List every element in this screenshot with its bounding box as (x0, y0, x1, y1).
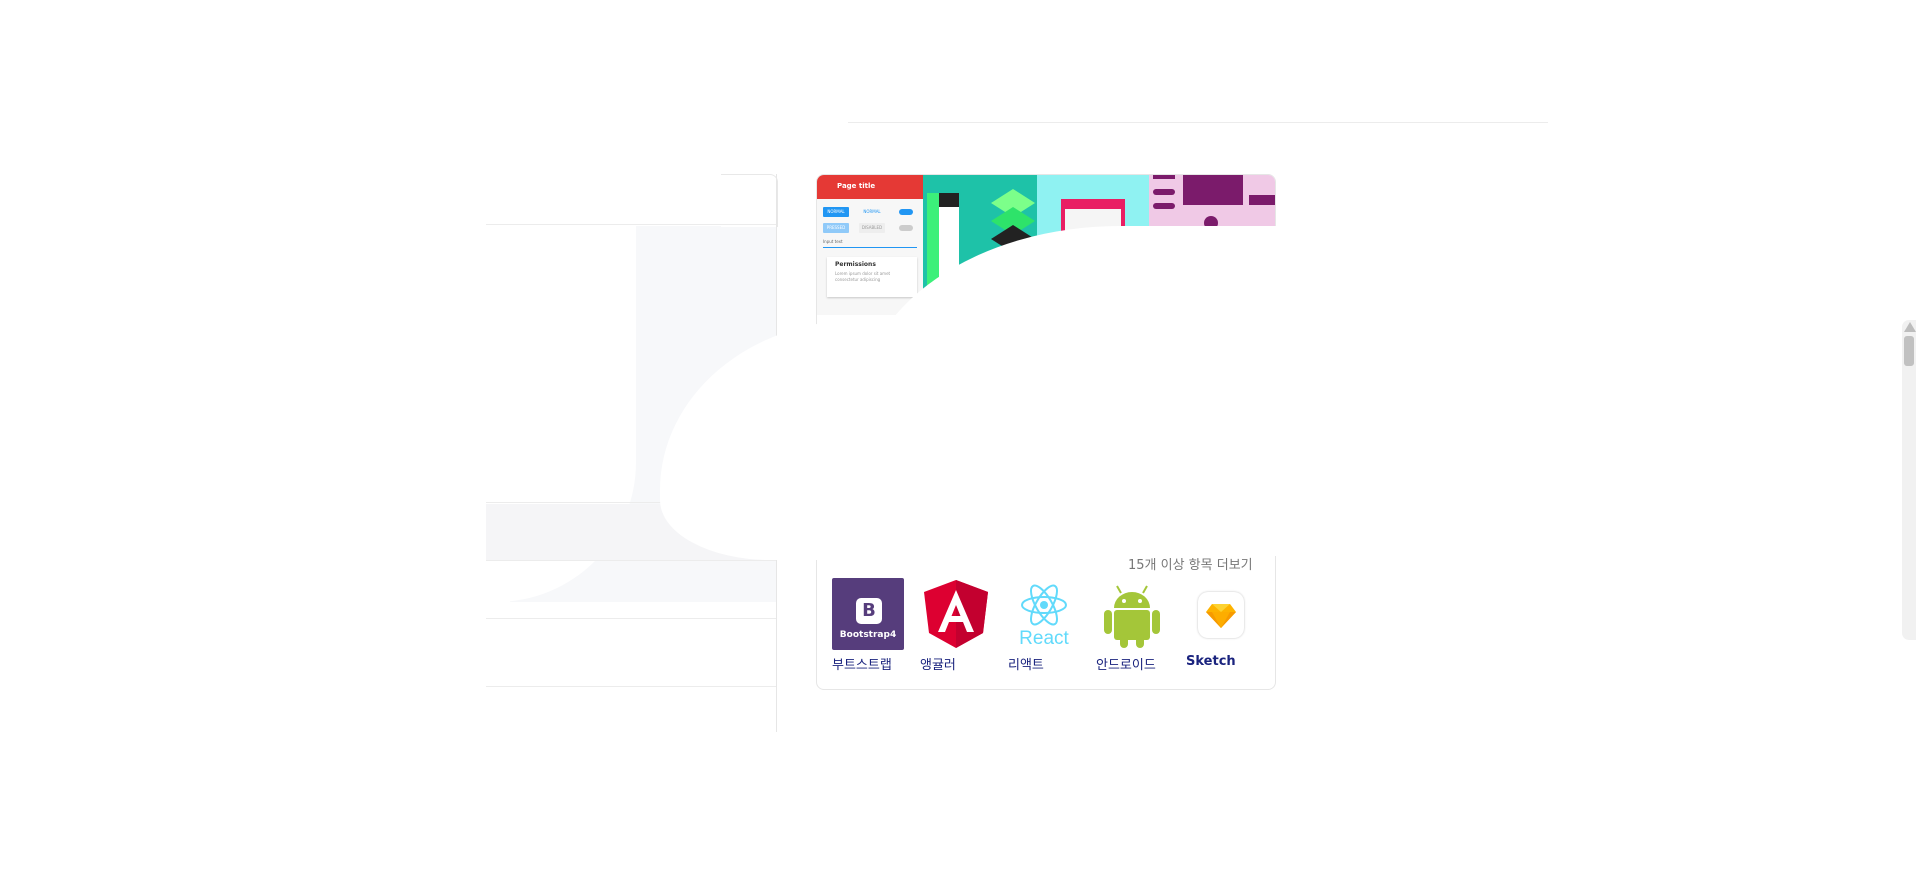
thumbnail-appbar: Page title (817, 175, 923, 199)
thumbnail-card-text: Lorem ipsum dolor sit amet consectetur a… (835, 271, 891, 282)
tool-label[interactable]: Sketch (1186, 654, 1236, 669)
tool-label[interactable]: 리액트 (1008, 654, 1044, 673)
angular-icon (924, 580, 988, 648)
tool-label[interactable]: 앵귤러 (920, 654, 956, 673)
thumbnail-chip: PRESSED (823, 223, 849, 233)
vertical-scrollbar[interactable] (1902, 320, 1916, 640)
bootstrap-logo-text: Bootstrap4 (839, 630, 897, 640)
material-ui-thumbnail[interactable]: Page title NORMAL NORMAL PRESSED DISABLE… (817, 175, 923, 315)
left-panel-row-divider (486, 560, 776, 561)
thumbnail-toggle-icon (899, 209, 913, 215)
left-panel-row-divider (486, 224, 776, 225)
tool-item-bootstrap[interactable]: B Bootstrap4 부트스트랩 (832, 578, 920, 673)
react-icon: React (1019, 584, 1070, 649)
svg-text:React: React (1019, 628, 1069, 649)
tool-item-react[interactable]: React 리액트 (1008, 578, 1096, 673)
tool-item-sketch[interactable]: Sketch (1184, 578, 1272, 669)
thumbnail-chip: NORMAL (823, 207, 849, 217)
scrollbar-thumb[interactable] (1904, 336, 1914, 366)
left-panel-row-divider (486, 618, 776, 619)
framework-list: B Bootstrap4 부트스트랩 앵귤러 React 리액트 안드로이드 S… (832, 578, 1272, 673)
show-more-link[interactable]: 15개 이상 항목 더보기 (1128, 554, 1253, 573)
tool-label[interactable]: 부트스트랩 (832, 654, 892, 673)
sketch-icon (1198, 592, 1244, 638)
thumbnail-input-label: Input text (823, 239, 843, 244)
thumbnail-chip: DISABLED (859, 223, 885, 233)
bootstrap-icon: B Bootstrap4 (832, 578, 904, 650)
tool-item-angular[interactable]: 앵귤러 (920, 578, 1008, 673)
thumbnail-chip: NORMAL (863, 209, 881, 214)
tool-item-android[interactable]: 안드로이드 (1096, 578, 1184, 673)
thumbnail-app-title: Page title (837, 182, 876, 190)
scroll-up-icon[interactable] (1904, 322, 1916, 332)
top-divider (848, 122, 1548, 123)
thumbnail-input-underline (823, 247, 917, 248)
thumbnail-toggle-icon (899, 225, 913, 231)
left-panel-row-divider (486, 686, 776, 687)
android-icon (1104, 585, 1160, 648)
diamond-icon (1206, 604, 1236, 628)
left-panel-corner (721, 174, 778, 227)
tool-label[interactable]: 안드로이드 (1096, 654, 1156, 673)
thumbnail-card: Permissions Lorem ipsum dolor sit amet c… (827, 257, 917, 297)
thumbnail-card-title: Permissions (835, 261, 876, 268)
